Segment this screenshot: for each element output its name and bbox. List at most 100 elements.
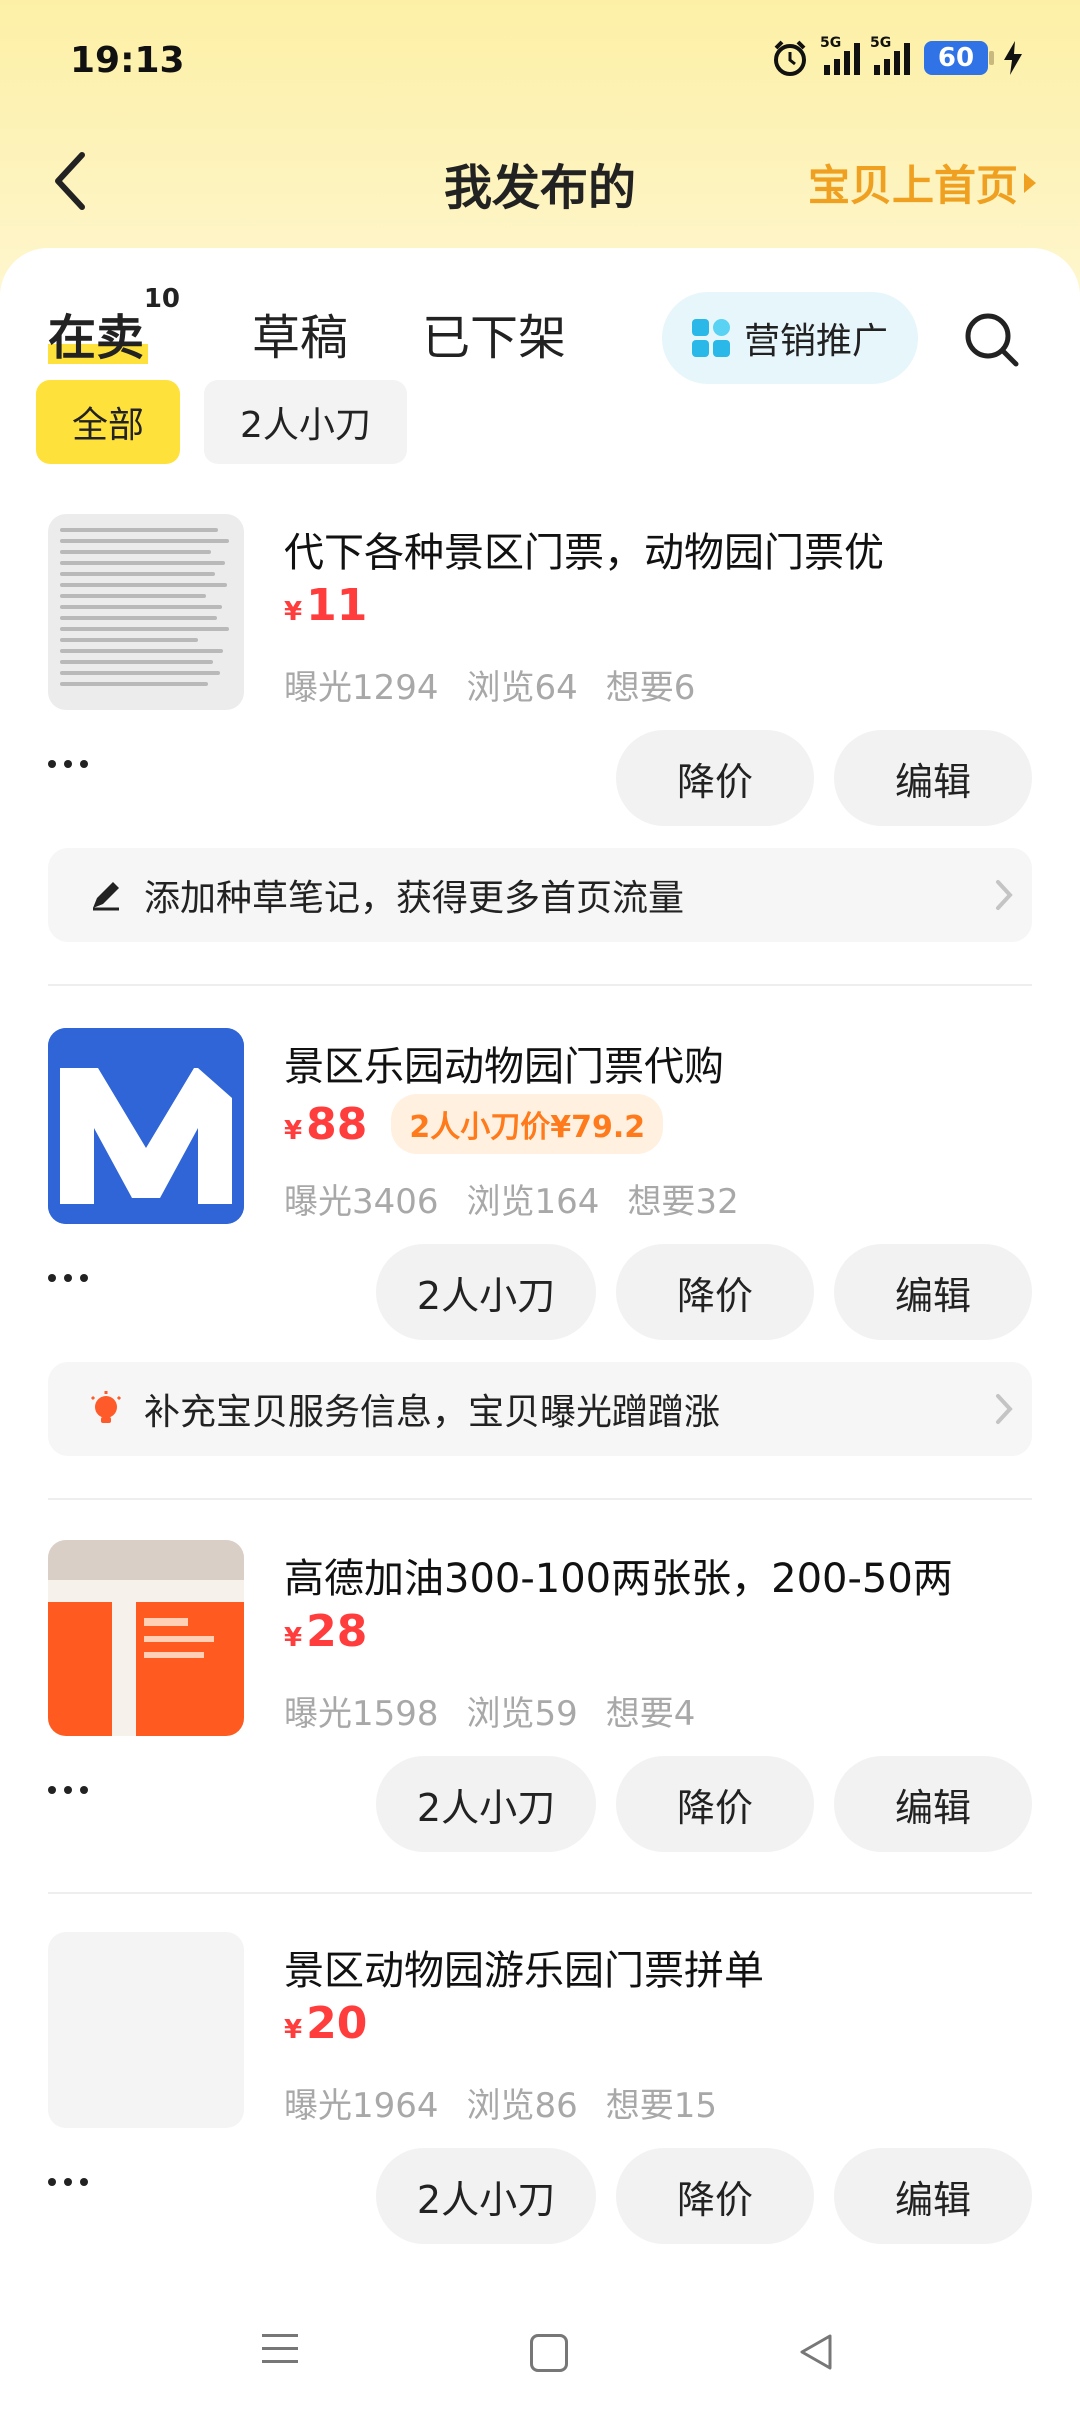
reduce-price-button[interactable]: 降价: [616, 1756, 814, 1852]
item-stats: 曝光1598 浏览59 想要4: [284, 1686, 695, 1735]
tab-delisted[interactable]: 已下架: [422, 298, 566, 368]
stat-wants: 想要4: [605, 1694, 696, 1734]
system-nav-bar: [0, 2300, 1080, 2412]
stat-exposure: 曝光1294: [284, 668, 439, 708]
divider: [48, 1892, 1032, 1894]
home-square-icon[interactable]: [530, 2334, 568, 2372]
item-thumbnail[interactable]: [48, 1932, 244, 2128]
signal-icon-2: 5G: [870, 35, 910, 75]
pen-icon: [88, 877, 124, 913]
chevron-right-icon: [996, 880, 1013, 910]
item-price: ¥ 88: [284, 1099, 367, 1150]
charging-icon: [1004, 41, 1022, 75]
price-row: ¥ 28: [284, 1606, 367, 1657]
bargain-button[interactable]: 2人小刀: [376, 2148, 596, 2244]
action-buttons: 2人小刀 降价 编辑: [376, 1756, 1032, 1852]
price-row: ¥ 20: [284, 1998, 367, 2049]
price-value: 88: [306, 1098, 368, 1150]
edit-button[interactable]: 编辑: [834, 2148, 1032, 2244]
chevron-right-icon: [996, 1394, 1013, 1424]
price-value: 20: [306, 1998, 368, 2049]
status-icons: 5G 5G 60: [770, 35, 1024, 78]
item-thumbnail[interactable]: [48, 1028, 244, 1224]
network-type-label-2: 5G: [870, 35, 892, 51]
action-buttons: 2人小刀 降价 编辑: [376, 1244, 1032, 1340]
price-row: ¥ 11: [284, 580, 367, 631]
price-row: ¥ 88 2人小刀价¥79.2: [284, 1094, 664, 1154]
apps-grid-icon: [691, 319, 730, 357]
currency-symbol: ¥: [284, 1115, 303, 1146]
edit-button[interactable]: 编辑: [834, 1756, 1032, 1852]
filter-bargain[interactable]: 2人小刀: [204, 380, 407, 464]
promote-to-home-link[interactable]: 宝贝上首页: [808, 152, 1036, 213]
recents-menu-icon[interactable]: [262, 2334, 298, 2370]
alarm-icon: [774, 40, 806, 76]
item-thumbnail[interactable]: [48, 1540, 244, 1736]
more-icon[interactable]: [48, 2178, 88, 2186]
lightbulb-icon: [88, 1391, 124, 1427]
status-bar: 19:13 5G 5G 60: [0, 0, 1080, 120]
stat-wants: 想要6: [605, 668, 696, 708]
nav-bar: 我发布的 宝贝上首页: [0, 120, 1080, 240]
network-type-label: 5G: [820, 35, 842, 51]
price-value: 11: [306, 580, 368, 631]
item-actions: 2人小刀 降价 编辑: [48, 2148, 1032, 2244]
item-thumbnail[interactable]: [48, 514, 244, 710]
edit-button[interactable]: 编辑: [834, 1244, 1032, 1340]
marketing-button[interactable]: 营销推广: [662, 292, 918, 384]
more-icon[interactable]: [48, 1274, 88, 1282]
bargain-button[interactable]: 2人小刀: [376, 1244, 596, 1340]
main-panel: 在卖 10 草稿 已下架 营销推广 全部 2人小刀 代下各种景区门票，动物园门票…: [0, 248, 1080, 2412]
battery-icon: 60: [924, 41, 994, 75]
currency-symbol: ¥: [284, 2015, 303, 2045]
tab-on-sale-label: 在卖: [48, 310, 145, 366]
item-title: 景区动物园游乐园门票拼单: [284, 1948, 764, 1994]
item-actions: 2人小刀 降价 编辑: [48, 1244, 1032, 1340]
coupon-image: [48, 1540, 244, 1736]
reduce-price-button[interactable]: 降价: [616, 2148, 814, 2244]
price-value: 28: [306, 1606, 368, 1657]
reduce-price-button[interactable]: 降价: [616, 1244, 814, 1340]
tip-text: 补充宝贝服务信息，宝贝曝光蹭蹭涨: [144, 1392, 721, 1433]
tip-text: 添加种草笔记，获得更多首页流量: [144, 878, 685, 919]
search-icon[interactable]: [960, 308, 1022, 370]
tab-on-sale[interactable]: 在卖 10: [48, 284, 180, 368]
arrow-right-icon: [1024, 172, 1036, 193]
tab-drafts[interactable]: 草稿: [252, 298, 348, 368]
tip-banner[interactable]: 添加种草笔记，获得更多首页流量: [48, 848, 1032, 942]
divider: [48, 1498, 1032, 1500]
promote-to-home-label: 宝贝上首页: [807, 161, 1018, 210]
item-title: 景区乐园动物园门票代购: [284, 1044, 724, 1090]
item-actions: 降价 编辑: [48, 730, 1032, 826]
action-buttons: 2人小刀 降价 编辑: [376, 2148, 1032, 2244]
item-title: 代下各种景区门票，动物园门票优: [284, 530, 884, 576]
item-price: ¥ 11: [284, 580, 367, 631]
stat-exposure: 曝光1964: [284, 2086, 439, 2126]
stat-wants: 想要32: [627, 1182, 739, 1222]
stat-views: 浏览64: [466, 668, 578, 708]
m-logo-icon: [48, 1028, 244, 1224]
more-icon[interactable]: [48, 1786, 88, 1794]
stat-exposure: 曝光1598: [284, 1694, 439, 1734]
tab-bar: 在卖 10 草稿 已下架 营销推广: [0, 268, 1080, 388]
status-time: 19:13: [70, 40, 185, 81]
stat-exposure: 曝光3406: [284, 1182, 439, 1222]
edit-button[interactable]: 编辑: [834, 730, 1032, 826]
item-title: 高德加油300-100两张张，200-50两: [284, 1556, 953, 1602]
back-triangle-icon[interactable]: [796, 2332, 836, 2372]
item-stats: 曝光1294 浏览64 想要6: [284, 660, 695, 709]
logo-image: [48, 1028, 244, 1224]
divider: [48, 984, 1032, 986]
bargain-price-tag: 2人小刀价¥79.2: [391, 1094, 664, 1154]
stat-wants: 想要15: [605, 2086, 718, 2126]
action-buttons: 降价 编辑: [616, 730, 1032, 826]
bargain-button[interactable]: 2人小刀: [376, 1756, 596, 1852]
signal-icon: 5G: [820, 35, 860, 75]
tip-banner[interactable]: 补充宝贝服务信息，宝贝曝光蹭蹭涨: [48, 1362, 1032, 1456]
stat-views: 浏览164: [466, 1182, 600, 1222]
filter-all[interactable]: 全部: [36, 380, 181, 464]
document-image: [48, 514, 244, 710]
reduce-price-button[interactable]: 降价: [616, 730, 814, 826]
more-icon[interactable]: [48, 760, 88, 768]
stat-views: 浏览86: [466, 2086, 578, 2126]
